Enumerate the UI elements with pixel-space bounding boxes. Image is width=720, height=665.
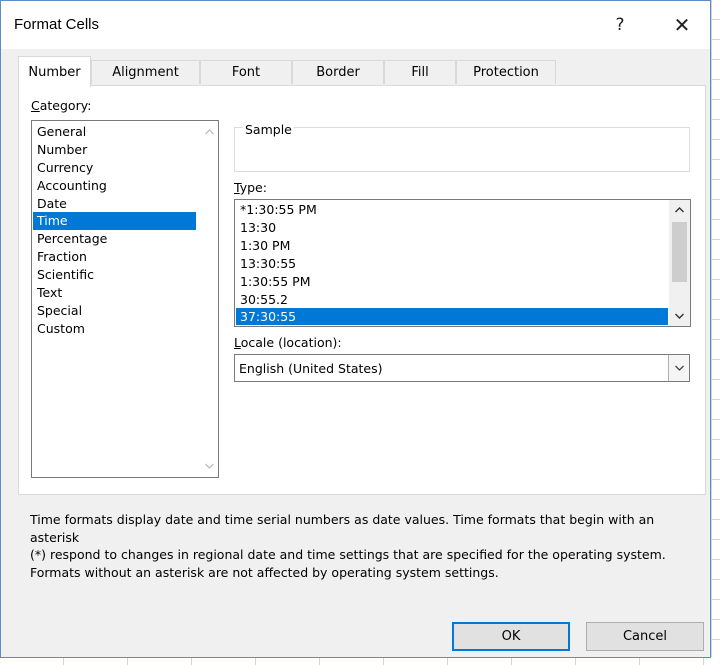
number-tab-panel: Category: General Number Currency Accoun… xyxy=(18,85,706,495)
sample-preview-box xyxy=(234,127,690,172)
type-item[interactable]: *1:30:55 PM xyxy=(236,201,668,219)
tab-font[interactable]: Font xyxy=(200,60,292,84)
tab-label: Fill xyxy=(411,65,429,80)
format-cells-dialog: Format Cells ? ✕ Number Alignment Font B… xyxy=(0,0,711,658)
type-list[interactable]: *1:30:55 PM 13:30 1:30 PM 13:30:55 1:30:… xyxy=(234,199,691,327)
locale-value: English (United States) xyxy=(239,361,383,376)
tab-label: Font xyxy=(231,65,261,80)
type-item[interactable]: 30:55.2 xyxy=(236,291,668,309)
category-item-time[interactable]: Time xyxy=(33,212,196,230)
category-item-fraction[interactable]: Fraction xyxy=(33,248,196,266)
type-item[interactable]: 1:30:55 PM xyxy=(236,273,668,291)
category-item-text[interactable]: Text xyxy=(33,284,196,302)
category-item-currency[interactable]: Currency xyxy=(33,159,196,177)
dialog-title: Format Cells xyxy=(14,16,100,33)
chevron-down-icon[interactable] xyxy=(669,306,690,326)
tab-label: Number xyxy=(28,64,81,80)
tab-label: Alignment xyxy=(112,65,179,80)
tab-border[interactable]: Border xyxy=(292,60,384,84)
tab-alignment[interactable]: Alignment xyxy=(91,60,200,84)
tab-fill[interactable]: Fill xyxy=(384,60,456,84)
category-item-date[interactable]: Date xyxy=(33,195,196,213)
category-item-percentage[interactable]: Percentage xyxy=(33,230,196,248)
spreadsheet-grid-right xyxy=(711,0,720,665)
category-item-number[interactable]: Number xyxy=(33,141,196,159)
category-item-general[interactable]: General xyxy=(33,123,196,141)
scroll-thumb[interactable] xyxy=(672,222,687,282)
chevron-up-icon[interactable] xyxy=(669,200,690,220)
close-icon: ✕ xyxy=(673,13,691,37)
description-line: Formats without an asterisk are not affe… xyxy=(30,564,499,580)
format-description: Time formats display date and time seria… xyxy=(30,511,700,581)
chevron-up-icon[interactable] xyxy=(200,123,218,141)
tab-number[interactable]: Number xyxy=(18,56,91,87)
tab-protection[interactable]: Protection xyxy=(456,60,556,84)
type-item[interactable]: 13:30 xyxy=(236,219,668,237)
category-item-custom[interactable]: Custom xyxy=(33,320,196,338)
type-scrollbar[interactable] xyxy=(669,200,690,326)
description-line: (*) respond to changes in regional date … xyxy=(30,547,666,562)
cancel-button[interactable]: Cancel xyxy=(586,622,704,651)
type-label: Type: xyxy=(234,180,267,195)
spreadsheet-grid-bottom xyxy=(0,657,720,665)
category-item-special[interactable]: Special xyxy=(33,302,196,320)
type-item[interactable]: 13:30:55 xyxy=(236,255,668,273)
description-line: Time formats display date and time seria… xyxy=(30,512,655,545)
type-item[interactable]: 1:30 PM xyxy=(236,237,668,255)
category-list[interactable]: General Number Currency Accounting Date … xyxy=(31,120,219,478)
close-button[interactable]: ✕ xyxy=(659,9,705,41)
ok-button[interactable]: OK xyxy=(452,622,570,651)
category-scrollbar[interactable] xyxy=(200,121,218,477)
sample-label: Sample xyxy=(243,122,294,137)
title-bar[interactable]: Format Cells ? ✕ xyxy=(1,1,710,49)
help-icon: ? xyxy=(615,15,625,35)
category-item-accounting[interactable]: Accounting xyxy=(33,177,196,195)
tab-label: Protection xyxy=(473,65,539,80)
chevron-down-icon[interactable] xyxy=(200,457,218,475)
type-item-selected[interactable]: 37:30:55 xyxy=(236,308,668,325)
tab-label: Border xyxy=(316,65,360,80)
locale-label: Locale (location): xyxy=(234,335,342,350)
locale-dropdown[interactable]: English (United States) xyxy=(234,354,690,382)
category-label: Category: xyxy=(31,98,92,113)
category-item-scientific[interactable]: Scientific xyxy=(33,266,196,284)
chevron-down-icon[interactable] xyxy=(668,355,689,381)
help-button[interactable]: ? xyxy=(597,9,643,41)
